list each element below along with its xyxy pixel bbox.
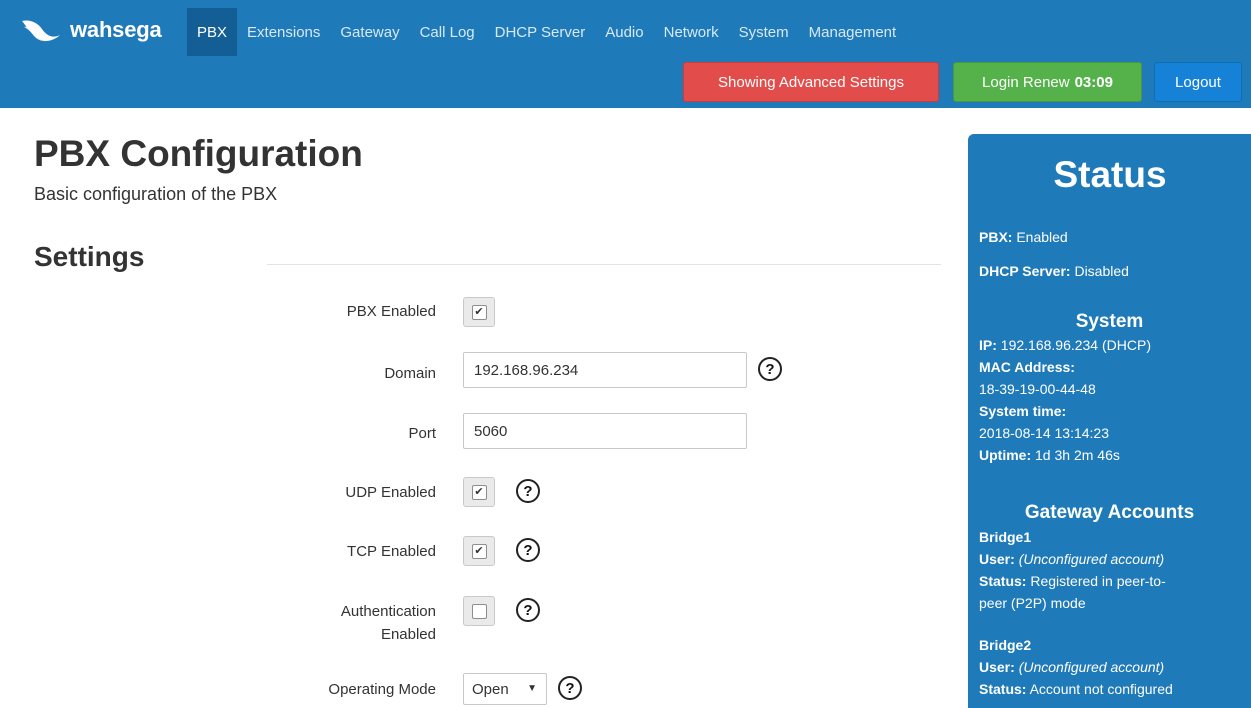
tcp-help-icon[interactable]: ? bbox=[516, 538, 540, 562]
login-renew-label: Login Renew bbox=[982, 73, 1070, 91]
status-dhcp: DHCP Server: Disabled bbox=[979, 263, 1129, 279]
status-mac-value: 18-39-19-00-44-48 bbox=[979, 381, 1096, 397]
port-label: Port bbox=[408, 425, 436, 442]
operating-mode-select[interactable]: Open ▼ bbox=[463, 673, 547, 705]
bridge2-user: User: (Unconfigured account) bbox=[979, 659, 1164, 675]
port-input[interactable] bbox=[463, 413, 747, 449]
status-pbx-value: Enabled bbox=[1016, 229, 1068, 245]
bridge2-user-value: (Unconfigured account) bbox=[1018, 659, 1165, 675]
status-mac-key: MAC Address: bbox=[979, 359, 1075, 375]
top-navbar: wahsega PBX Extensions Gateway Call Log … bbox=[0, 0, 1251, 108]
login-renew-timer: 03:09 bbox=[1074, 73, 1113, 91]
bridge2-name: Bridge2 bbox=[979, 637, 1031, 653]
nav-item-extensions[interactable]: Extensions bbox=[237, 8, 330, 56]
nav-item-gateway[interactable]: Gateway bbox=[330, 8, 409, 56]
domain-input[interactable] bbox=[463, 352, 747, 388]
udp-enabled-label: UDP Enabled bbox=[345, 484, 436, 501]
checkmark-icon: ✔ bbox=[471, 304, 487, 320]
udp-enabled-checkbox[interactable]: ✔ bbox=[463, 477, 495, 507]
section-divider bbox=[267, 264, 941, 265]
status-pbx: PBX: Enabled bbox=[979, 229, 1068, 245]
status-time-value: 2018-08-14 13:14:23 bbox=[979, 425, 1109, 441]
bridge1-status-cont: peer (P2P) mode bbox=[979, 595, 1086, 611]
auth-enabled-label-line2: Enabled bbox=[380, 626, 436, 643]
bridge1-status-key: Status: bbox=[979, 573, 1027, 589]
status-panel: Status PBX: Enabled DHCP Server: Disable… bbox=[968, 134, 1251, 708]
auth-enabled-checkbox[interactable] bbox=[463, 596, 495, 626]
auth-help-icon[interactable]: ? bbox=[516, 598, 540, 622]
advanced-settings-button[interactable]: Showing Advanced Settings bbox=[683, 62, 939, 102]
nav-item-network[interactable]: Network bbox=[654, 8, 729, 56]
nav-item-call-log[interactable]: Call Log bbox=[410, 8, 485, 56]
status-dhcp-key: DHCP Server: bbox=[979, 263, 1071, 279]
pbx-enabled-label: PBX Enabled bbox=[346, 303, 436, 320]
bridge2-status-value: Account not configured bbox=[1029, 681, 1173, 697]
bridge2-user-key: User: bbox=[979, 659, 1015, 675]
auth-enabled-label-line1: Authentication bbox=[340, 603, 436, 620]
bridge2-name-text: Bridge2 bbox=[979, 637, 1032, 653]
main-nav: PBX Extensions Gateway Call Log DHCP Ser… bbox=[187, 8, 906, 56]
nav-item-management[interactable]: Management bbox=[799, 8, 907, 56]
nav-item-dhcp-server[interactable]: DHCP Server bbox=[485, 8, 596, 56]
bridge2-status-key: Status: bbox=[979, 681, 1027, 697]
checkmark-icon: ✔ bbox=[471, 543, 487, 559]
bridge1-status: Status: Registered in peer-to- bbox=[979, 573, 1166, 589]
bridge1-user-key: User: bbox=[979, 551, 1015, 567]
section-title-settings: Settings bbox=[34, 241, 145, 272]
nav-item-pbx[interactable]: PBX bbox=[187, 8, 238, 56]
status-pbx-key: PBX: bbox=[979, 229, 1013, 245]
status-title: Status bbox=[1053, 154, 1167, 195]
status-mac-key-text: MAC Address: bbox=[979, 359, 1075, 375]
operating-mode-value: Open bbox=[472, 680, 509, 698]
status-uptime: Uptime: 1d 3h 2m 46s bbox=[979, 447, 1120, 463]
status-ip: IP: 192.168.96.234 (DHCP) bbox=[979, 337, 1151, 353]
tcp-enabled-checkbox[interactable]: ✔ bbox=[463, 536, 495, 566]
page-title: PBX Configuration bbox=[34, 133, 363, 174]
status-uptime-value: 1d 3h 2m 46s bbox=[1035, 447, 1120, 463]
login-renew-button[interactable]: Login Renew 03:09 bbox=[953, 62, 1142, 102]
operating-mode-label: Operating Mode bbox=[328, 681, 436, 698]
caret-down-icon: ▼ bbox=[527, 683, 537, 694]
brand[interactable]: wahsega bbox=[20, 10, 162, 50]
bridge1-name: Bridge1 bbox=[979, 529, 1031, 545]
system-heading: System bbox=[1075, 311, 1144, 332]
status-ip-value: 192.168.96.234 (DHCP) bbox=[1000, 337, 1151, 353]
logout-button[interactable]: Logout bbox=[1154, 62, 1242, 102]
domain-help-icon[interactable]: ? bbox=[758, 357, 782, 381]
nav-item-system[interactable]: System bbox=[729, 8, 799, 56]
page-subtitle: Basic configuration of the PBX bbox=[34, 184, 278, 204]
checkmark-icon: ✔ bbox=[471, 484, 487, 500]
bridge2-status: Status: Account not configured bbox=[979, 681, 1173, 697]
wahsega-logo-icon bbox=[20, 17, 62, 43]
bridge1-user: User: (Unconfigured account) bbox=[979, 551, 1164, 567]
status-ip-key: IP: bbox=[979, 337, 997, 353]
status-uptime-key: Uptime: bbox=[979, 447, 1032, 463]
udp-help-icon[interactable]: ? bbox=[516, 479, 540, 503]
nav-item-audio[interactable]: Audio bbox=[595, 8, 653, 56]
status-time-key: System time: bbox=[979, 403, 1066, 419]
gateway-accounts-heading: Gateway Accounts bbox=[1024, 502, 1195, 523]
pbx-enabled-checkbox[interactable]: ✔ bbox=[463, 297, 495, 327]
brand-name: wahsega bbox=[70, 17, 162, 42]
tcp-enabled-label: TCP Enabled bbox=[347, 543, 436, 560]
domain-label: Domain bbox=[384, 365, 436, 382]
bridge1-status-value: Registered in peer-to- bbox=[1030, 573, 1166, 589]
status-time-key-text: System time: bbox=[979, 403, 1067, 419]
operating-mode-help-icon[interactable]: ? bbox=[558, 676, 582, 700]
empty-checkbox-icon bbox=[471, 603, 487, 619]
status-dhcp-value: Disabled bbox=[1074, 263, 1129, 279]
bridge1-user-value: (Unconfigured account) bbox=[1018, 551, 1165, 567]
bridge1-name-text: Bridge1 bbox=[979, 529, 1032, 545]
